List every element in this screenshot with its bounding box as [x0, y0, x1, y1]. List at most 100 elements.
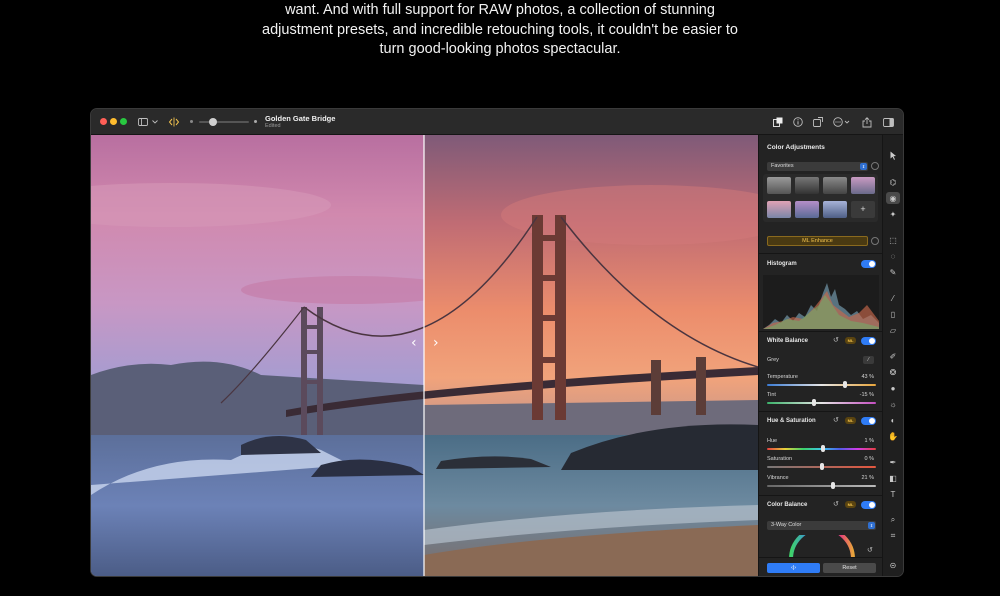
preset-thumbnail[interactable]	[823, 177, 847, 194]
color-balance-mode-select[interactable]: 3-Way Color ⇕	[767, 521, 876, 530]
temperature-slider[interactable]	[767, 384, 876, 386]
title-bar: Golden Gate Bridge Edited	[91, 109, 903, 135]
compare-right-arrow: ›	[433, 335, 439, 351]
ml-badge[interactable]: ML	[845, 501, 856, 508]
info-icon[interactable]	[792, 115, 804, 129]
preset-thumbnail[interactable]	[767, 177, 791, 194]
select-arrows-icon: ⇕	[860, 163, 867, 170]
white-balance-toggle[interactable]	[861, 337, 876, 345]
tint-slider-knob[interactable]	[811, 399, 816, 406]
photo-canvas[interactable]: ‹ ›	[91, 135, 758, 576]
clone-icon[interactable]: ❂	[886, 366, 900, 378]
compare-button[interactable]: ‹|›	[767, 563, 820, 573]
zoom-slider-track[interactable]	[199, 121, 249, 123]
reset-icon[interactable]: ↺	[867, 546, 873, 554]
ml-tool-icon[interactable]: ⌬	[886, 176, 900, 188]
smudge-icon[interactable]: ✋	[886, 430, 900, 442]
grey-label: Grey	[767, 357, 779, 363]
reset-button[interactable]: Reset	[823, 563, 876, 573]
eraser-icon[interactable]: ▱	[886, 324, 900, 336]
tint-slider[interactable]	[767, 402, 876, 404]
reset-icon[interactable]: ↺	[833, 500, 839, 508]
sidebar-right-icon[interactable]	[882, 115, 894, 129]
zoom-icon[interactable]: ⌕	[886, 514, 900, 526]
pointer-icon[interactable]	[886, 149, 900, 161]
marketing-line: adjustment presets, and incredible retou…	[262, 21, 738, 38]
saturation-slider-knob[interactable]	[819, 463, 824, 470]
brush-icon[interactable]: ⁄	[886, 292, 900, 304]
quick-select-icon[interactable]: ✎	[886, 266, 900, 278]
blur-icon[interactable]: ●	[886, 382, 900, 394]
preset-thumbnail[interactable]	[823, 201, 847, 218]
retouch-icon[interactable]: ✐	[886, 350, 900, 362]
ml-badge[interactable]: ML	[845, 417, 856, 424]
reset-icon[interactable]: ↺	[833, 336, 839, 344]
temperature-value: 43 %	[861, 374, 874, 380]
document-title: Golden Gate Bridge	[265, 114, 336, 123]
color-adjust-icon[interactable]: ◉	[886, 192, 900, 204]
marketing-line: want. And with full support for RAW phot…	[285, 2, 715, 18]
eyedropper-icon[interactable]: ⁄	[863, 356, 874, 364]
white-balance-title: White Balance	[767, 338, 809, 344]
select-rect-icon[interactable]: ⬚	[886, 234, 900, 246]
preset-thumbnail[interactable]	[795, 177, 819, 194]
vibrance-slider[interactable]	[767, 485, 876, 487]
adjust-icon[interactable]	[772, 115, 784, 129]
dodge-icon[interactable]: ☼	[886, 398, 900, 410]
minimize-window-button[interactable]	[110, 118, 117, 125]
hue-label: Hue	[767, 438, 778, 444]
document-subtitle: Edited	[265, 123, 281, 129]
more-icon[interactable]	[832, 115, 852, 129]
compare-icon[interactable]	[167, 115, 181, 129]
ml-enhance-options-button[interactable]	[871, 237, 879, 245]
share-frame-icon[interactable]	[812, 115, 824, 129]
bridge-photo: ‹ ›	[91, 135, 758, 576]
zoom-out-icon[interactable]	[190, 120, 193, 123]
chevron-down-icon[interactable]	[151, 115, 159, 129]
panel-title: Color Adjustments	[767, 144, 825, 151]
vibrance-slider-knob[interactable]	[831, 482, 836, 489]
more-tools-icon[interactable]: ⊝	[886, 559, 900, 571]
add-preset-button[interactable]: +	[851, 201, 875, 218]
temperature-label: Temperature	[767, 374, 798, 380]
saturation-value: 0 %	[864, 456, 874, 462]
preset-thumbnail[interactable]	[767, 201, 791, 218]
crop-icon[interactable]: ⌗	[886, 530, 900, 542]
share-icon[interactable]	[861, 115, 873, 129]
color-balance-title: Color Balance	[767, 502, 808, 508]
hue-saturation-toggle[interactable]	[861, 417, 876, 425]
select-arrows-icon: ⇕	[868, 522, 875, 529]
hue-slider-knob[interactable]	[820, 445, 825, 452]
zoom-slider-knob[interactable]	[209, 118, 217, 126]
marketing-line: turn good-looking photos spectacular.	[379, 41, 621, 57]
preset-options-button[interactable]	[871, 162, 879, 170]
divider	[759, 495, 883, 496]
tools-strip: ⌬ ◉ ✦ ⬚ ◌ ✎ ⁄ ▯ ▱ ✐ ❂ ● ☼ ◐ ✋ ✒ ◧ T ⌕ ⌗ …	[882, 135, 903, 576]
effects-icon[interactable]: ✦	[886, 208, 900, 220]
burn-icon[interactable]: ◐	[886, 414, 900, 426]
zoom-in-icon[interactable]	[254, 120, 257, 123]
temperature-slider-knob[interactable]	[843, 381, 848, 388]
ml-enhance-button[interactable]: ML Enhance	[767, 236, 868, 246]
hue-saturation-title: Hue & Saturation	[767, 418, 816, 424]
sidebar-icon[interactable]	[137, 115, 149, 129]
vibrance-label: Vibrance	[767, 475, 789, 481]
paint-bucket-icon[interactable]: ▯	[886, 308, 900, 320]
pen-icon[interactable]: ✒	[886, 456, 900, 468]
close-window-button[interactable]	[100, 118, 107, 125]
ml-badge[interactable]: ML	[845, 337, 856, 344]
reset-icon[interactable]: ↺	[833, 416, 839, 424]
color-wheel[interactable]	[787, 535, 857, 559]
preset-thumbnail[interactable]	[851, 177, 875, 194]
preset-select[interactable]: Favorites ⇕	[767, 162, 868, 171]
saturation-label: Saturation	[767, 456, 793, 462]
zoom-window-button[interactable]	[120, 118, 127, 125]
compare-left-arrow: ‹	[411, 335, 417, 351]
text-icon[interactable]: T	[886, 488, 900, 500]
lasso-icon[interactable]: ◌	[886, 250, 900, 262]
preset-select-label: Favorites	[771, 163, 794, 169]
histogram-toggle[interactable]	[861, 260, 876, 268]
color-balance-toggle[interactable]	[861, 501, 876, 509]
preset-thumbnail[interactable]	[795, 201, 819, 218]
shape-icon[interactable]: ◧	[886, 472, 900, 484]
